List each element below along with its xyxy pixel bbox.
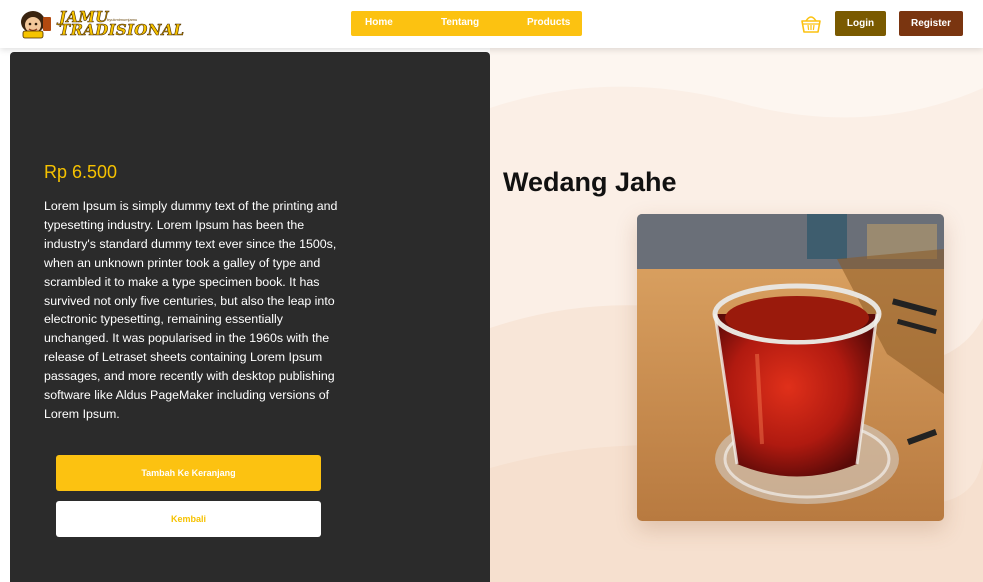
add-to-cart-button[interactable]: Tambah Ke Keranjang bbox=[56, 455, 321, 491]
product-description: Lorem Ipsum is simply dummy text of the … bbox=[44, 199, 338, 421]
logo-subtext: byukmimumjamu bbox=[107, 17, 138, 22]
product-visual-panel: Wedang Jahe bbox=[490, 48, 983, 582]
nav-link-home[interactable]: Home bbox=[365, 17, 393, 28]
nav-link-tentang[interactable]: Tentang bbox=[441, 17, 479, 28]
back-button[interactable]: Kembali bbox=[56, 501, 321, 537]
logo-wordmark: JAMU TRADISIONAL bbox=[59, 8, 185, 39]
logo-mascot-icon bbox=[21, 11, 51, 39]
nav-menu: Home Tentang Products bbox=[351, 11, 582, 36]
register-button[interactable]: Register bbox=[899, 11, 963, 36]
product-photo bbox=[637, 214, 944, 521]
login-button[interactable]: Login bbox=[835, 11, 886, 36]
product-price: Rp 6.500 bbox=[44, 162, 118, 182]
brand-logo[interactable]: JAMU TRADISIONAL byukmimumjamu bbox=[17, 9, 184, 39]
navbar: JAMU TRADISIONAL byukmimumjamu Home Tent… bbox=[0, 0, 983, 48]
product-name: Wedang Jahe bbox=[503, 167, 677, 197]
basket-icon[interactable] bbox=[799, 11, 823, 35]
wedang-jahe-photo-icon bbox=[637, 214, 944, 521]
nav-link-products[interactable]: Products bbox=[527, 17, 570, 28]
product-info-panel: Rp 6.500 Lorem Ipsum is simply dummy tex… bbox=[10, 52, 490, 582]
